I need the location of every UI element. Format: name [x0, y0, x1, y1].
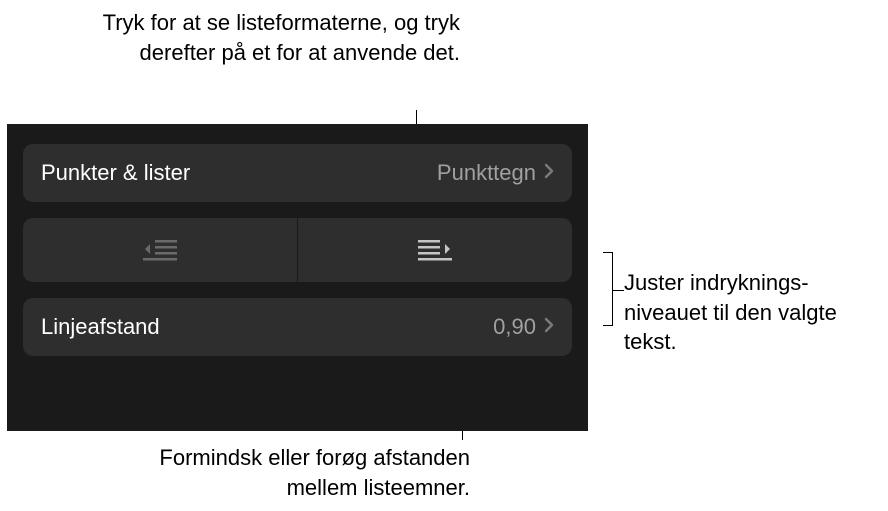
chevron-right-icon [544, 317, 554, 338]
bullets-lists-value-group: Punkttegn [437, 160, 554, 186]
callout-top: Tryk for at se listeformaterne, og tryk … [60, 8, 460, 67]
chevron-right-icon [544, 163, 554, 184]
outdent-button[interactable] [23, 218, 298, 282]
callout-line [603, 325, 613, 326]
outdent-icon [143, 238, 177, 262]
callout-line [612, 252, 613, 326]
bullets-lists-label: Punkter & lister [41, 160, 190, 186]
callout-line [612, 290, 624, 291]
callout-bottom: Formindsk eller forøg afstanden mellem l… [100, 443, 470, 502]
line-spacing-value-group: 0,90 [493, 314, 554, 340]
line-spacing-label: Linjeafstand [41, 314, 160, 340]
indent-button[interactable] [298, 218, 572, 282]
callout-right: Juster indryknings-niveauet til den valg… [624, 268, 874, 357]
line-spacing-row[interactable]: Linjeafstand 0,90 [23, 298, 572, 356]
callout-line [603, 252, 613, 253]
indent-icon [418, 238, 452, 262]
format-panel: Punkter & lister Punkttegn [7, 124, 588, 431]
line-spacing-value: 0,90 [493, 314, 536, 340]
bullets-lists-value: Punkttegn [437, 160, 536, 186]
indent-controls [23, 218, 572, 282]
bullets-lists-row[interactable]: Punkter & lister Punkttegn [23, 144, 572, 202]
